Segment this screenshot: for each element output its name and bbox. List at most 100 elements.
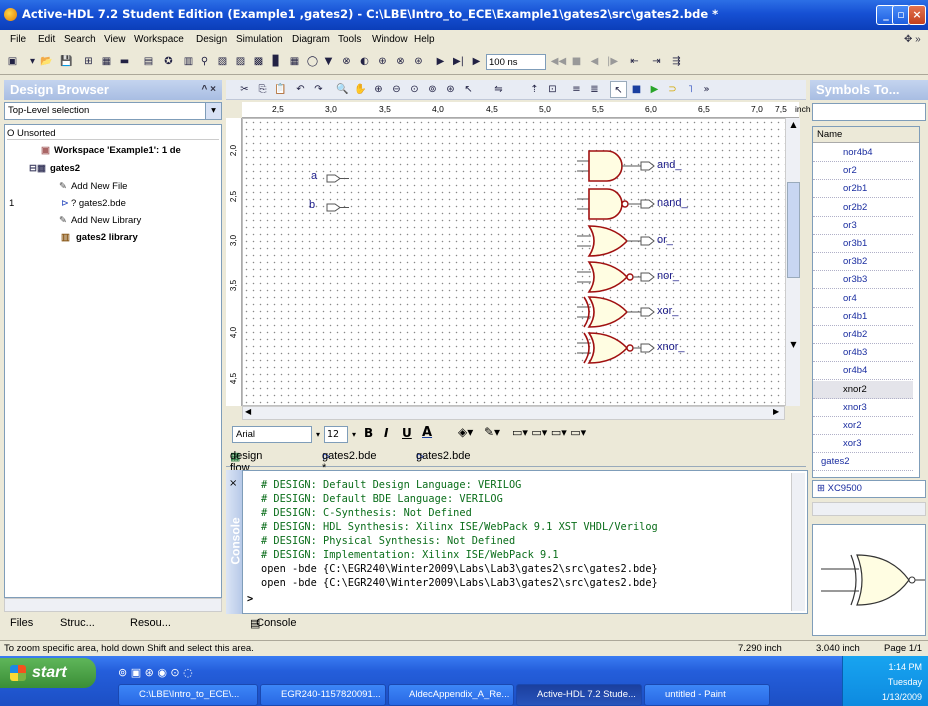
task-paint[interactable]: untitled - Paint	[644, 684, 770, 706]
push-icon[interactable]: ⇡	[526, 81, 543, 98]
more-icon[interactable]: »	[698, 81, 715, 98]
library-manager-icon[interactable]: ▊	[268, 53, 285, 70]
symbol-item[interactable]: xor2	[813, 417, 913, 435]
task-explorer[interactable]: C:\LBE\Intro_to_ECE\...	[118, 684, 258, 706]
xor-gate[interactable]	[577, 296, 641, 328]
terminal-icon[interactable]: ˥	[682, 81, 699, 98]
memory-icon[interactable]: ▼	[320, 53, 337, 70]
xnor-gate[interactable]	[577, 332, 641, 364]
new-vhdl-icon[interactable]: ▧	[214, 53, 231, 70]
nand-gate[interactable]	[577, 188, 641, 220]
symbol-item[interactable]: xnor3	[813, 399, 913, 417]
task-egr240[interactable]: EGR240-1157820091...	[260, 684, 386, 706]
pop-icon[interactable]: ⊡	[544, 81, 561, 98]
symbol-item[interactable]: or2	[813, 162, 913, 181]
font-select[interactable]: Arial	[232, 426, 312, 443]
symbol-icon[interactable]: ■	[628, 81, 645, 98]
stop-compile-icon[interactable]: ▬	[116, 53, 133, 70]
or-gate[interactable]	[577, 225, 641, 257]
breakpoint-icon[interactable]: ⊗	[338, 53, 355, 70]
design-wizard-icon[interactable]: ▥	[180, 53, 197, 70]
font-dropdown-icon[interactable]: ▾	[312, 426, 324, 443]
input-port-icon[interactable]: ▶	[646, 81, 663, 98]
output-port-nor[interactable]	[640, 272, 655, 282]
run-icon[interactable]: ▶	[432, 53, 449, 70]
farm-icon[interactable]: ⊗	[392, 53, 409, 70]
compile-icon[interactable]: ⊞	[80, 53, 97, 70]
tab-resources[interactable]: Resou...	[130, 617, 171, 629]
menu-workspace[interactable]: Workspace	[134, 34, 184, 45]
scroll-left-icon[interactable]: ◀	[245, 407, 251, 416]
menu-search[interactable]: Search	[64, 34, 96, 45]
italic-button[interactable]: I	[384, 426, 388, 440]
output-port-and[interactable]	[640, 161, 655, 171]
probe-icon[interactable]: ◐	[356, 53, 373, 70]
move-icon[interactable]: ✥ »	[904, 34, 921, 45]
menu-file[interactable]: File	[10, 34, 26, 45]
symbol-item[interactable]: or4b1	[813, 308, 913, 326]
indent-icon[interactable]: ⇤	[626, 53, 643, 70]
symbols-list[interactable]: Name nor4b4 or2 or2b1 or2b2 or3 or3b1 or3b2 or3…	[812, 126, 920, 478]
canvas-vscroll-thumb[interactable]	[787, 182, 800, 278]
tree-add-new-file[interactable]: ✎ Add New File	[59, 181, 127, 192]
bus-icon[interactable]: ≣	[586, 81, 603, 98]
console-close-icon[interactable]: ×	[229, 478, 237, 489]
symbol-item[interactable]: or3b1	[813, 235, 913, 253]
undo-icon[interactable]: ↶	[292, 81, 309, 98]
browser-hscroll[interactable]	[4, 598, 222, 612]
compile-all-icon[interactable]: ▦	[98, 53, 115, 70]
scroll-up-icon[interactable]: ▲	[788, 120, 799, 132]
zoom-select-icon[interactable]: ⊛	[442, 81, 459, 98]
symbol-item[interactable]: gates2	[813, 453, 913, 472]
zoom-out-icon[interactable]: ⊖	[388, 81, 405, 98]
tab-structure[interactable]: Struc...	[60, 617, 95, 629]
schematic-canvas[interactable]: a b and_ nand_ or_ nor_ xor_ xnor_	[242, 118, 793, 406]
server-icon[interactable]: ⊕	[374, 53, 391, 70]
symbol-item[interactable]: xor3	[813, 435, 913, 454]
net-icon[interactable]: ≡	[568, 81, 585, 98]
pan-icon[interactable]: ✋	[352, 81, 369, 98]
tree-gates2-bde[interactable]: ⊳? gates2.bde	[61, 198, 126, 209]
hierarchy-icon[interactable]: ⇋	[490, 81, 507, 98]
top-level-select[interactable]: Top-Level selection ▾	[4, 102, 222, 120]
menu-view[interactable]: View	[104, 34, 126, 45]
quick-launch-icons[interactable]: ⊚ ▣ ⊛ ◉ ⊙ ◌	[118, 666, 193, 679]
tab-console[interactable]: ▤ Console	[250, 617, 296, 630]
find-icon[interactable]: ⚲	[196, 53, 213, 70]
menu-help[interactable]: Help	[414, 34, 435, 45]
paste-icon[interactable]: 📋	[272, 81, 289, 98]
symbol-item[interactable]: nor4b4	[813, 144, 913, 162]
close-button[interactable]: ×	[908, 5, 926, 25]
symbol-item[interactable]: xnor2	[813, 380, 913, 399]
output-port-xnor[interactable]	[640, 343, 655, 353]
new-state-icon[interactable]: ▦	[286, 53, 303, 70]
open-folder-icon[interactable]: 📂	[38, 53, 55, 70]
zoom-area-icon[interactable]: ⊚	[424, 81, 441, 98]
output-port-or[interactable]	[640, 236, 655, 246]
symbol-item[interactable]: or3b2	[813, 253, 913, 272]
task-active-hdl[interactable]: Active-HDL 7.2 Stude...	[516, 684, 642, 706]
zoom-icon[interactable]: 🔍	[334, 81, 351, 98]
start-button[interactable]: start	[0, 658, 96, 688]
pointer-zoom-icon[interactable]: ↖	[460, 81, 477, 98]
library-icon[interactable]: ▤	[140, 53, 157, 70]
run-until-icon[interactable]: ▶|	[450, 53, 467, 70]
copy-icon[interactable]: ⎘	[254, 81, 271, 98]
symbol-item[interactable]: or4b2	[813, 326, 913, 344]
redo-icon[interactable]: ↷	[310, 81, 327, 98]
line-color-icon[interactable]: ✎▾	[484, 425, 500, 439]
new-block-icon[interactable]: ▩	[250, 53, 267, 70]
console-prompt[interactable]: >	[247, 593, 253, 605]
clock-time[interactable]: 1:14 PM	[843, 662, 922, 672]
sync-icon[interactable]: ⊛	[410, 53, 427, 70]
symbols-hscroll[interactable]	[812, 502, 926, 516]
pane-close-icon[interactable]: ^ ×	[202, 80, 216, 99]
and-gate[interactable]	[577, 150, 641, 182]
tree-design[interactable]: ⊟▦ gates2	[29, 163, 80, 174]
tree-gates2-library[interactable]: ▥ gates2 library	[61, 232, 138, 243]
menu-simulation[interactable]: Simulation	[236, 34, 283, 45]
output-port-icon[interactable]: ⊃	[664, 81, 681, 98]
tree-add-new-library[interactable]: ✎ Add New Library	[59, 215, 141, 226]
canvas-vscroll[interactable]: ▲ ▼	[785, 118, 800, 406]
chevron-down-icon[interactable]: ▾	[205, 103, 221, 119]
